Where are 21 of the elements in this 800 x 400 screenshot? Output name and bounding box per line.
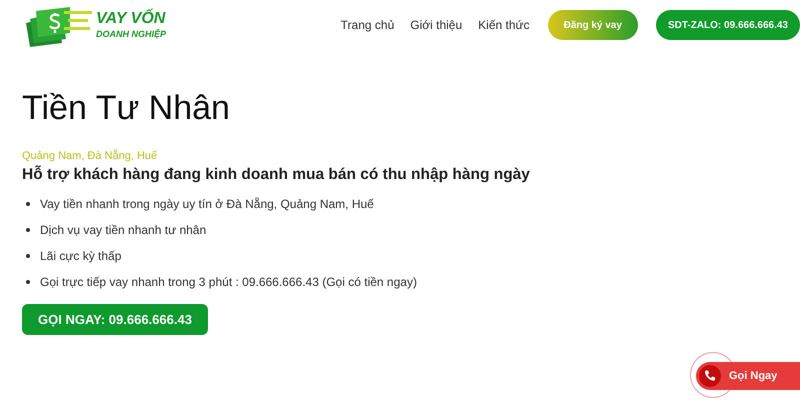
- nav-link[interactable]: Trang chủ: [340, 18, 394, 32]
- list-item: Vay tiền nhanh trong ngày uy tín ở Đà Nẵng, Quảng Nam, Huế: [40, 197, 374, 211]
- list-item: Lãi cực kỳ thấp: [40, 249, 122, 263]
- region-text: Quảng Nam, Đà Nẵng, Huế: [22, 150, 158, 162]
- call-button[interactable]: GỌI NGAY: 09.666.666.43: [22, 304, 208, 335]
- subtitle: Hỗ trợ khách hàng đang kinh doanh mua bán có thu nhập hàng ngày: [22, 166, 531, 184]
- list-item: Dịch vụ vay tiền nhanh tư nhân: [40, 223, 206, 237]
- list-item: Gọi trực tiếp vay nhanh trong 3 phút : 09.666.666.43 (Gọi có tiền ngay): [40, 275, 417, 289]
- bullet-icon: [26, 228, 30, 232]
- bullet-icon: [26, 280, 30, 284]
- logo-subtitle: DOANH NGHIỆP: [96, 30, 166, 39]
- nav-link[interactable]: Kiến thức: [478, 18, 530, 32]
- logo-title: VAY VỐN: [96, 11, 166, 27]
- bullet-icon: [26, 202, 30, 206]
- page-title: Tiền Tư Nhân: [22, 88, 231, 128]
- nav-link[interactable]: Giới thiệu: [410, 18, 462, 32]
- register-button[interactable]: Đăng ký vay: [548, 10, 638, 40]
- phone-icon: [699, 365, 721, 387]
- call-now-button[interactable]: Gọi Ngay: [696, 362, 800, 390]
- bullet-icon: [26, 254, 30, 258]
- phone-button[interactable]: SDT-ZALO: 09.666.666.43: [656, 10, 800, 40]
